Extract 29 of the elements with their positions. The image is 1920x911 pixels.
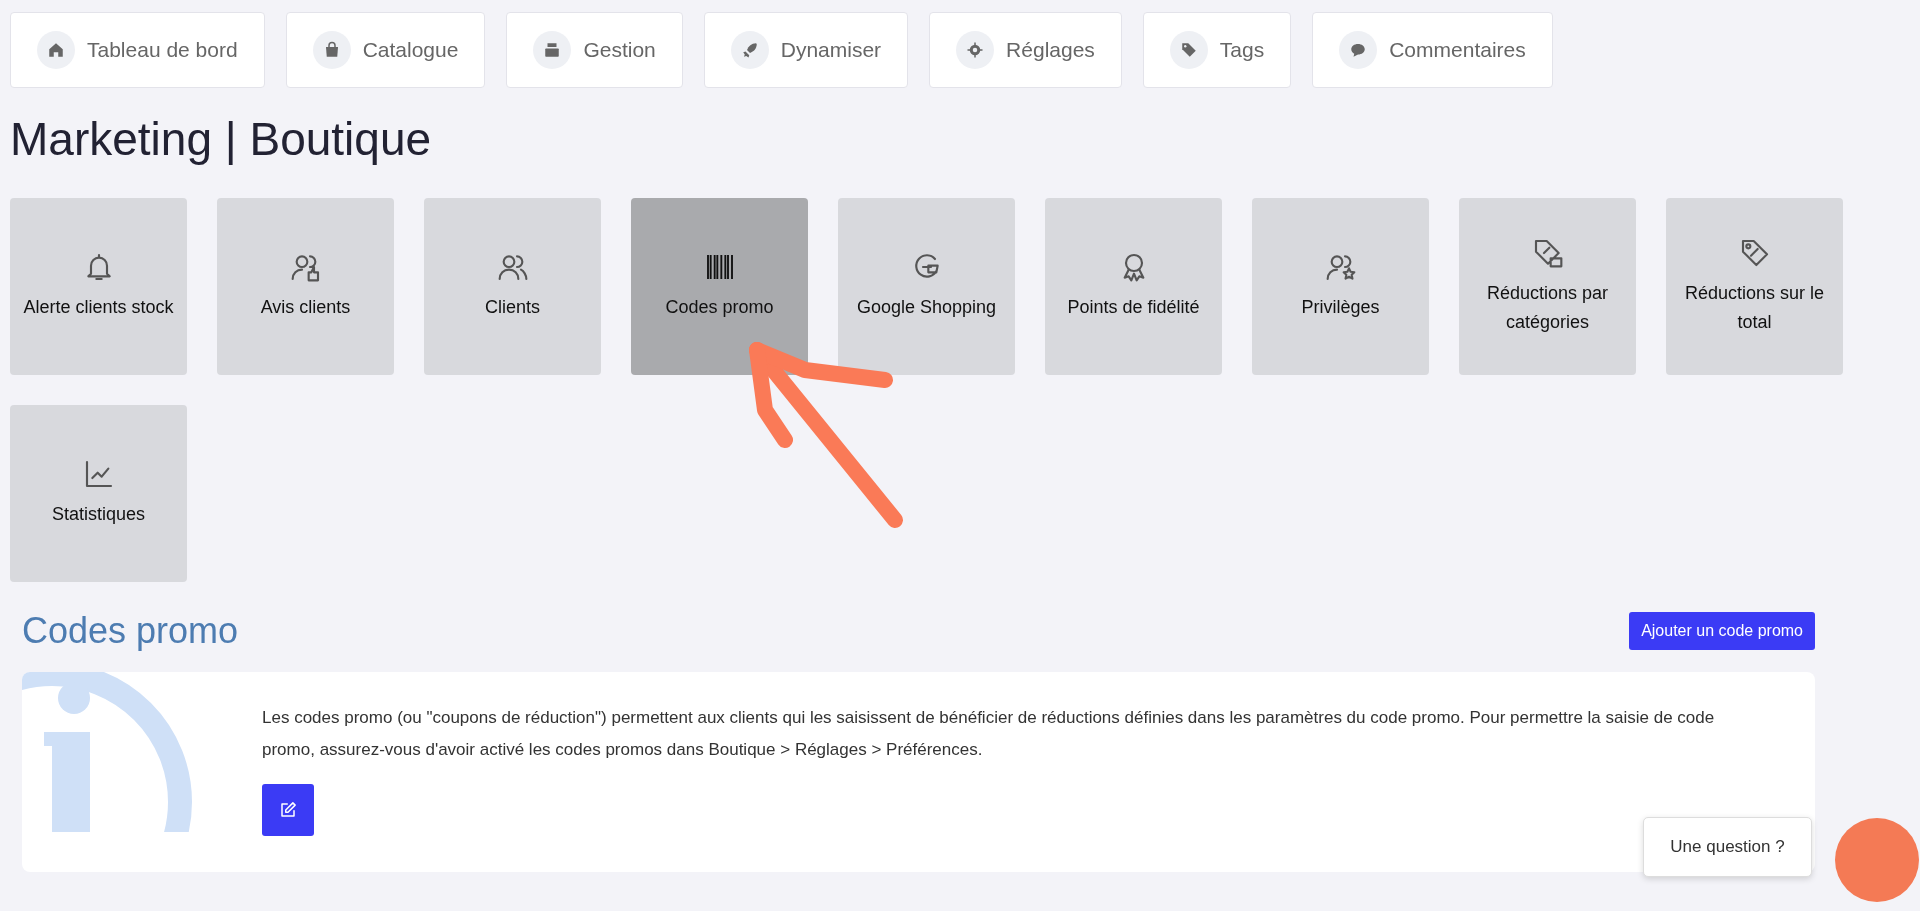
- bag-icon: [312, 31, 351, 69]
- info-text: Les codes promo (ou "coupons de réduction") permettent aux clients qui les saisissent de bénéficier de réductions définies dans les paramètres du code promo. Pour permettre la saisie de code promo, assurez-vous d'avoir activé les codes promos dans Boutique > Réglages > Préférences.: [262, 707, 1716, 761]
- nav-tab[interactable]: Commentaires: [1312, 12, 1553, 88]
- menu-tile[interactable]: Clients: [424, 198, 601, 375]
- nav-tab[interactable]: Catalogue: [285, 12, 486, 88]
- add-promo-code-button[interactable]: Ajouter un code promo: [1629, 612, 1815, 650]
- speech-bubble-icon: [1339, 31, 1378, 69]
- menu-tile[interactable]: Réductions sur le total: [1666, 198, 1843, 375]
- section-heading: Codes promo: [22, 610, 239, 652]
- menu-tile[interactable]: Avis clients: [217, 198, 394, 375]
- menu-tile[interactable]: Google Shopping: [838, 198, 1015, 375]
- pencil-icon: [279, 801, 297, 819]
- menu-tile[interactable]: Réductions par catégories: [1459, 198, 1636, 375]
- menu-tile[interactable]: Points de fidélité: [1045, 198, 1222, 375]
- help-button[interactable]: Une question ?: [1643, 817, 1812, 877]
- page-title: Marketing | Boutique: [10, 112, 433, 166]
- edit-button[interactable]: [262, 784, 314, 836]
- nav-tab[interactable]: Dynamiser: [703, 12, 909, 88]
- nav-tab[interactable]: Tableau de bord: [10, 12, 265, 88]
- menu-tile[interactable]: Codes promo: [631, 198, 808, 375]
- tags-icon: [1169, 31, 1208, 69]
- menu-tile[interactable]: Alerte clients stock: [10, 198, 187, 375]
- rocket-icon: [730, 31, 769, 69]
- nav-tab[interactable]: Tags: [1142, 12, 1292, 88]
- nav-tab[interactable]: Gestion: [506, 12, 683, 88]
- menu-tile[interactable]: Privilèges: [1252, 198, 1429, 375]
- nav-tab[interactable]: Réglages: [929, 12, 1122, 88]
- house-icon: [37, 31, 75, 69]
- menu-tile[interactable]: Statistiques: [10, 405, 187, 582]
